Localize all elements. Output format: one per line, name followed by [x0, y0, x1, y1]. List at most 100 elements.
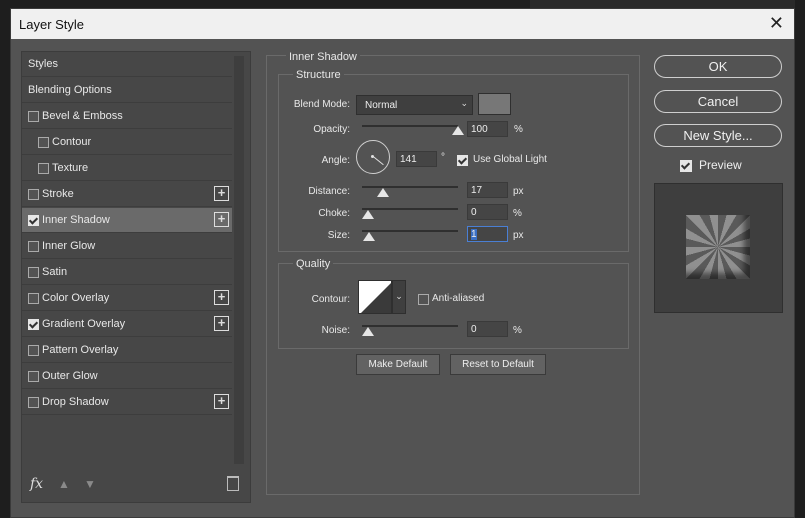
contour-dropdown-button[interactable]: ⌄: [392, 280, 406, 314]
style-checkbox[interactable]: [38, 137, 49, 148]
opacity-value: 100: [471, 124, 488, 135]
add-effect-icon[interactable]: +: [214, 186, 229, 201]
cancel-button[interactable]: Cancel: [654, 90, 782, 113]
shadow-color-swatch[interactable]: [478, 93, 511, 115]
blend-mode-select[interactable]: Normal ⌄: [356, 95, 473, 115]
contour-picker[interactable]: [358, 280, 392, 314]
add-effect-icon[interactable]: +: [214, 212, 229, 227]
sidebar-item-label: Outer Glow: [42, 370, 98, 382]
style-checkbox[interactable]: [28, 215, 39, 226]
layer-style-dialog: Layer Style ✕ Styles Blending Options Beve…: [10, 8, 795, 518]
reset-to-default-button[interactable]: Reset to Default: [450, 354, 546, 375]
choke-slider-track[interactable]: [362, 208, 458, 210]
opacity-slider-track[interactable]: [362, 125, 458, 127]
noise-slider-track[interactable]: [362, 325, 458, 327]
size-input[interactable]: 1: [467, 226, 508, 242]
angle-unit: °: [441, 152, 445, 163]
trash-icon[interactable]: [227, 476, 239, 491]
noise-unit: %: [513, 325, 522, 336]
distance-label: Distance:: [308, 186, 350, 197]
distance-input[interactable]: 17: [467, 182, 508, 198]
angle-center-dot: [371, 155, 374, 158]
opacity-slider-thumb[interactable]: [452, 126, 464, 135]
sidebar-item-label: Gradient Overlay: [42, 318, 126, 330]
use-global-light-label: Use Global Light: [473, 154, 547, 165]
distance-value: 17: [471, 185, 483, 196]
choke-label: Choke:: [318, 208, 350, 219]
sidebar-item-bevel-emboss[interactable]: Bevel & Emboss: [22, 104, 232, 129]
styles-sidebar: Styles Blending Options Bevel & Emboss Cont…: [21, 51, 251, 503]
use-global-light-checkbox[interactable]: [457, 155, 468, 166]
angle-dial[interactable]: [356, 140, 390, 174]
inner-shadow-title: Inner Shadow: [286, 51, 360, 63]
style-checkbox[interactable]: [28, 267, 39, 278]
add-effect-icon[interactable]: +: [214, 394, 229, 409]
move-up-icon[interactable]: ▲: [58, 477, 70, 491]
chevron-down-icon: ⌄: [395, 291, 403, 301]
size-unit: px: [513, 230, 524, 241]
new-style-button[interactable]: New Style...: [654, 124, 782, 147]
choke-input[interactable]: 0: [467, 204, 508, 220]
distance-unit: px: [513, 186, 524, 197]
sidebar-item-label: Stroke: [42, 188, 74, 200]
style-checkbox[interactable]: [28, 345, 39, 356]
sidebar-item-label: Satin: [42, 266, 68, 278]
opacity-label: Opacity:: [313, 124, 350, 135]
choke-slider-thumb[interactable]: [362, 210, 374, 219]
sidebar-item-label: Drop Shadow: [42, 396, 109, 408]
noise-slider-thumb[interactable]: [362, 327, 374, 336]
sidebar-item-label: Blending Options: [28, 84, 112, 96]
sidebar-item-label: Pattern Overlay: [42, 344, 119, 356]
size-slider-track[interactable]: [362, 230, 458, 232]
move-down-icon[interactable]: ▼: [84, 477, 96, 491]
size-slider-thumb[interactable]: [362, 232, 375, 241]
sidebar-item-outer-glow[interactable]: Outer Glow: [22, 364, 232, 389]
size-value: 1: [471, 229, 477, 240]
sidebar-item-label: Contour: [52, 136, 92, 148]
chevron-down-icon: ⌄: [460, 98, 468, 108]
add-effect-icon[interactable]: +: [214, 316, 229, 331]
style-checkbox[interactable]: [28, 111, 39, 122]
sidebar-scrollbar[interactable]: [234, 56, 244, 464]
sidebar-item-inner-shadow[interactable]: Inner Shadow +: [22, 208, 232, 233]
structure-title: Structure: [293, 69, 344, 81]
sidebar-item-drop-shadow[interactable]: Drop Shadow +: [22, 390, 232, 415]
sidebar-item-blending-options[interactable]: Blending Options: [22, 78, 232, 103]
style-checkbox[interactable]: [28, 241, 39, 252]
style-checkbox[interactable]: [28, 189, 39, 200]
style-checkbox[interactable]: [28, 319, 39, 330]
angle-input[interactable]: 141: [396, 151, 437, 167]
angle-value: 141: [400, 154, 417, 165]
close-icon[interactable]: ✕: [769, 13, 784, 34]
sidebar-item-color-overlay[interactable]: Color Overlay +: [22, 286, 232, 311]
sidebar-item-contour[interactable]: Contour: [22, 130, 232, 155]
sidebar-item-label: Inner Glow: [42, 240, 96, 252]
fx-menu-button[interactable]: fx: [30, 476, 43, 492]
sidebar-item-gradient-overlay[interactable]: Gradient Overlay +: [22, 312, 232, 337]
opacity-input[interactable]: 100: [467, 121, 508, 137]
sidebar-item-texture[interactable]: Texture: [22, 156, 232, 181]
distance-slider-thumb[interactable]: [377, 188, 390, 197]
sidebar-item-satin[interactable]: Satin: [22, 260, 232, 285]
anti-aliased-checkbox[interactable]: [418, 294, 429, 305]
style-checkbox[interactable]: [28, 397, 39, 408]
contour-curve-icon: [361, 283, 391, 313]
add-effect-icon[interactable]: +: [214, 290, 229, 305]
sidebar-item-styles[interactable]: Styles: [22, 52, 232, 77]
style-checkbox[interactable]: [28, 371, 39, 382]
title-bar: Layer Style ✕: [11, 9, 794, 39]
style-checkbox[interactable]: [38, 163, 49, 174]
sidebar-item-inner-glow[interactable]: Inner Glow: [22, 234, 232, 259]
sidebar-item-stroke[interactable]: Stroke +: [22, 182, 232, 207]
sidebar-item-label: Texture: [52, 162, 89, 174]
ok-button[interactable]: OK: [654, 55, 782, 78]
preview-checkbox[interactable]: [680, 160, 692, 172]
contour-label: Contour:: [311, 294, 350, 305]
sidebar-item-pattern-overlay[interactable]: Pattern Overlay: [22, 338, 232, 363]
style-checkbox[interactable]: [28, 293, 39, 304]
make-default-button[interactable]: Make Default: [356, 354, 440, 375]
noise-input[interactable]: 0: [467, 321, 508, 337]
noise-value: 0: [471, 324, 477, 335]
preview-label: Preview: [699, 158, 742, 172]
quality-title: Quality: [293, 258, 334, 270]
